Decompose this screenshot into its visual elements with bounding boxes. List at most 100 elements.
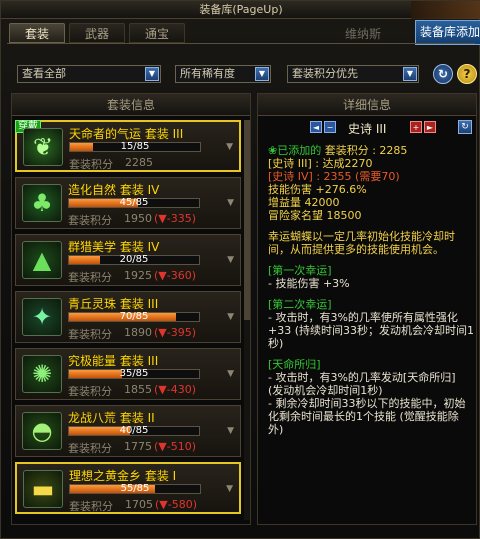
leaf-icon: ❀ [268,144,278,157]
suit-item[interactable]: ▬ 理想之黄金乡 套装 I 55/85 套装积分 1705 (▼-580) ▼ [15,462,241,514]
refresh-button[interactable]: ↻ [433,64,453,84]
score-label: 套装积分 [68,214,112,227]
suit-score: 1925 [124,269,152,282]
suit-item[interactable]: ✺ 究极能量 套装 III 35/85 套装积分 1855 (▼-430) ▼ [15,348,241,400]
score-delta: (▼-335) [154,212,197,225]
refresh-icon[interactable]: ↻ [458,120,472,134]
suit-progress-bar: 20/85 [68,254,200,265]
scroll-thumb[interactable] [244,120,250,320]
suit-score: 2285 [125,156,153,169]
score-label: 套装积分 [68,385,112,398]
chevron-down-icon: ▼ [227,198,234,208]
tab-divider [7,43,475,44]
town-name: 维纳斯 [345,27,382,41]
refresh-icon: ↻ [437,67,449,81]
add-storage-button[interactable]: 装备库添加 [415,20,480,45]
suit-item[interactable]: ✦ 青丘灵珠 套装 III 70/85 套装积分 1890 (▼-395) ▼ [15,291,241,343]
effect-sections: [第一次幸运] - 技能伤害 +3% [第二次幸运] - 攻击时，有3%的几率使所有属… [268,264,474,436]
effect-section-body: - 攻击时，有3%的几率发动[天命所归] (发动机会冷却时间1秒) [268,371,456,397]
score-line: ❀已添加的 套装积分 : 2285 [268,144,474,157]
suit-description: 幸运蝴蝶以一定几率初始化技能冷却时间，从而提供更多的技能使用机会。 [268,230,455,256]
sunrise-icon: ◓ [22,412,62,450]
chevron-down-icon: ▼ [403,67,417,81]
fame-stat: 冒险家名望 18500 [268,209,362,222]
suit-progress-bar: 45/85 [68,197,200,208]
next-rarity-button[interactable]: ► [424,121,436,133]
suit-item[interactable]: ♣ 造化自然 套装 IV 45/85 套装积分 1950 (▼-335) ▼ [15,177,241,229]
chevron-down-icon: ▼ [226,484,233,494]
wolf-icon: ▲ [22,241,62,279]
suit-score: 1950 [124,212,152,225]
suit-progress-bar: 15/85 [69,141,201,152]
suit-name: 龙战八荒 套装 II [68,411,155,425]
progress-text: 40/85 [119,425,149,436]
detail-panel: 详细信息 ◄ − 史诗 III + ► ↻ ❀已添加的 套装积分 : 2285 … [257,93,477,525]
score-delta: (▼-510) [154,440,197,453]
added-label: 已添加的 [277,144,322,157]
sort-select[interactable]: 套装积分优先 ▼ [287,65,419,83]
effect-section-body: - 剩余冷却时间33秒以下的技能中，初始化剩余时间最长的1个技能 (觉醒技能除外… [268,397,466,436]
detail-title: 详细信息 [258,94,476,116]
suit-score: 1890 [124,326,152,339]
suit-name: 群猎美学 套装 IV [68,240,160,254]
suit-item[interactable]: ◓ 龙战八荒 套装 II 40/85 套装积分 1775 (▼-510) ▼ [15,405,241,457]
rarity-filter-value: 所有稀有度 [180,67,235,80]
suit-progress-bar: 35/85 [68,368,200,379]
score-label: 套装积分 [68,328,112,341]
window-title: 装备库(PageUp) [1,1,480,19]
view-filter-select[interactable]: 查看全部 ▼ [17,65,161,83]
progress-text: 15/85 [120,141,150,152]
suit-progress-bar: 40/85 [68,425,200,436]
fox-icon: ✦ [22,298,62,336]
chevron-down-icon: ▼ [255,67,269,81]
prev-tier-button[interactable]: − [324,121,336,133]
suit-item[interactable]: 穿戴 ❦ 天命者的气运 套装 III 15/85 套装积分 2285 ▼ [15,120,241,172]
rarity-filter-select[interactable]: 所有稀有度 ▼ [175,65,271,83]
progress-text: 35/85 [119,368,149,379]
town-background [411,1,480,19]
chevron-down-icon: ▼ [227,255,234,265]
rarity-next: [史诗 IV] : 2355 (需要70) [268,170,400,183]
suit-score: 1855 [124,383,152,396]
skill-damage-stat: 技能伤害 +276.6% [268,183,367,196]
chevron-down-icon: ▼ [227,426,234,436]
suit-name: 天命者的气运 套装 III [69,127,184,141]
progress-text: 70/85 [119,311,149,322]
score-label: 套装积分 [69,500,113,513]
effect-section-body: - 技能伤害 +3% [268,277,350,290]
suit-name: 理想之黄金乡 套装 I [69,469,177,483]
view-filter-value: 查看全部 [22,67,66,80]
suit-item[interactable]: ▲ 群猎美学 套装 IV 20/85 套装积分 1925 (▼-360) ▼ [15,234,241,286]
suit-score: 1775 [124,440,152,453]
score-label: 套装积分 [68,271,112,284]
leaf-icon: ❦ [23,128,63,166]
tab-suits[interactable]: 套装 [9,23,65,43]
score-label: 套装积分 [69,158,113,171]
energy-icon: ✺ [22,355,62,393]
chevron-down-icon: ▼ [227,312,234,322]
sort-value: 套装积分优先 [292,67,358,80]
suit-name: 造化自然 套装 IV [68,183,160,197]
rarity-navigator: ◄ − 史诗 III + ► ↻ [258,118,476,138]
score-value: 套装积分 : 2285 [324,144,408,157]
suit-list-title: 套装信息 [12,94,250,116]
equipment-storage-window: 装备库(PageUp) 套装 武器 通宝 维纳斯 装备库添加 查看全部 ▼ 所有… [0,0,480,539]
question-icon: ? [463,67,471,81]
help-button[interactable]: ? [457,64,477,84]
suit-list-panel: 套装信息 穿戴 ❦ 天命者的气运 套装 III 15/85 套装积分 2285 ▼ ♣ 造化自然… [11,93,251,525]
score-delta: (▼-430) [154,383,197,396]
tab-weapons[interactable]: 武器 [69,23,125,43]
scrollbar[interactable] [244,120,250,520]
next-tier-button[interactable]: + [410,121,422,133]
suit-progress-bar: 55/85 [69,483,201,494]
score-delta: (▼-580) [155,498,198,511]
chevron-down-icon: ▼ [226,142,233,152]
suit-name: 究极能量 套装 III [68,354,159,368]
rarity-achieved: [史诗 III] : 达成2270 [268,157,373,170]
gold-icon: ▬ [23,470,63,508]
tab-treasure[interactable]: 通宝 [129,23,185,43]
suit-name: 青丘灵珠 套装 III [68,297,159,311]
prev-rarity-button[interactable]: ◄ [310,121,322,133]
chevron-down-icon: ▼ [227,369,234,379]
effect-section-body: - 攻击时，有3%的几率使所有属性强化 +33 (持续时间33秒；发动机会冷却时… [268,311,474,350]
